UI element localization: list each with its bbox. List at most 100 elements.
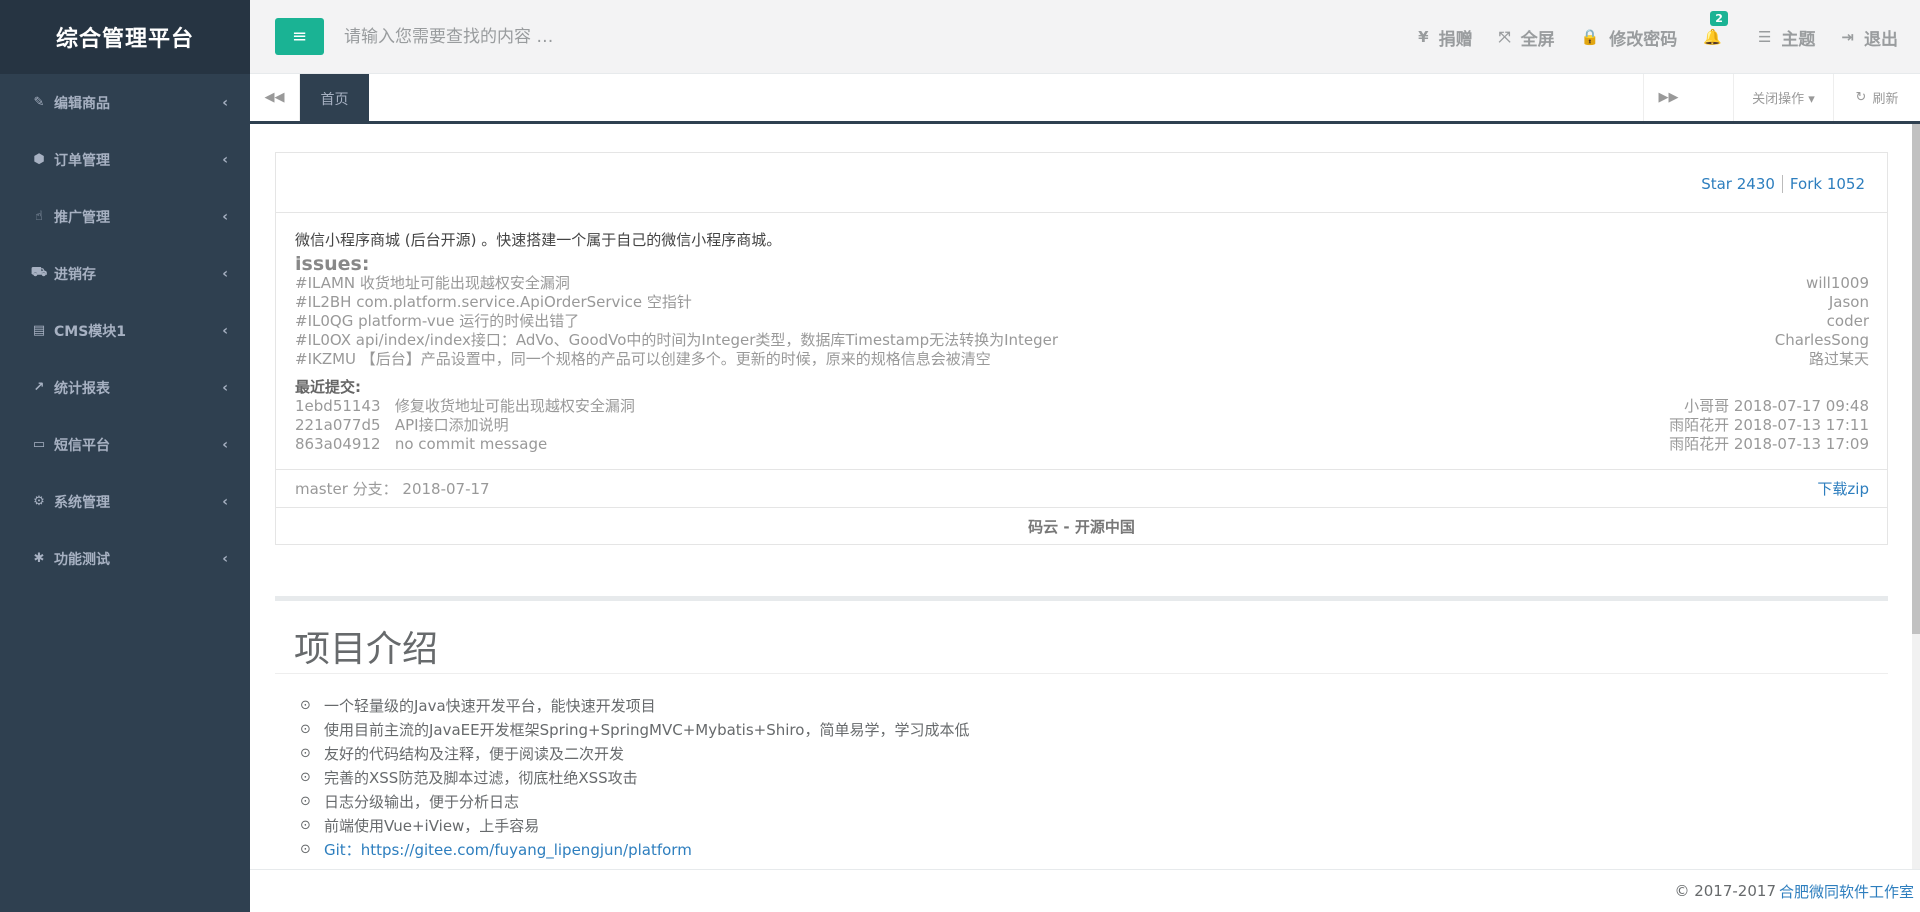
close-operations-dropdown[interactable]: 关闭操作 ▾ bbox=[1733, 74, 1833, 121]
chevron-left-icon: ‹ bbox=[222, 94, 228, 111]
theme-label: 主题 bbox=[1781, 29, 1816, 50]
list-item: ⊙ Git：https://gitee.com/fuyang_lipengjun/… bbox=[300, 838, 969, 862]
fork-count-link[interactable]: Fork 1052 bbox=[1790, 175, 1865, 193]
tab-home[interactable]: 首页 bbox=[300, 74, 369, 124]
backward-icon: ◀◀ bbox=[264, 90, 285, 105]
issue-row: #IKZMU 【后台】产品设置中，同一个规格的产品可以创建多个。更新的时候，原来… bbox=[295, 350, 1869, 369]
issue-author: Jason bbox=[1828, 293, 1869, 311]
commit-message: 修复收货地址可能出现越权安全漏洞 bbox=[394, 397, 635, 415]
copyright-text: © 2017-2017 bbox=[1674, 882, 1776, 900]
sidebar-item-label: 订单管理 bbox=[54, 152, 110, 169]
commit-link[interactable]: 1ebd51143 修复收货地址可能出现越权安全漏洞 bbox=[295, 397, 635, 416]
theme-link[interactable]: ☰ 主题 bbox=[1758, 25, 1815, 50]
gitee-brand-link[interactable]: 码云 - 开源中国 bbox=[276, 507, 1887, 545]
issue-row: #IL0OX api/index/index接口：AdVo、GoodVo中的时间… bbox=[295, 331, 1869, 350]
logout-link[interactable]: ⇥ 退出 bbox=[1841, 25, 1898, 50]
top-header: ≡ ¥ 捐赠 ⤧ 全屏 🔒 修改密码 🔔 2 ☰ 主题 ⇥ 退出 bbox=[250, 0, 1920, 74]
repo-stats: Star 2430 Fork 1052 bbox=[1701, 175, 1865, 193]
star-count-link[interactable]: Star 2430 bbox=[1701, 175, 1775, 193]
sidebar: 综合管理平台 ✎ 编辑商品 ‹ ⬢ 订单管理 ‹ ☝ 推广管理 ‹ ⛟ 进销存 … bbox=[0, 0, 250, 912]
feature-text: 完善的XSS防范及脚本过滤，彻底杜绝XSS攻击 bbox=[324, 769, 638, 787]
issue-row: #IL2BH com.platform.service.ApiOrderServ… bbox=[295, 293, 1869, 312]
sidebar-item-label: 系统管理 bbox=[54, 494, 110, 511]
recent-commits-heading: 最近提交: bbox=[295, 378, 361, 396]
sidebar-item-label: 编辑商品 bbox=[54, 95, 110, 112]
sidebar-item-inventory[interactable]: ⛟ 进销存 ‹ bbox=[0, 245, 250, 302]
main-content: Star 2430 Fork 1052 微信小程序商城 (后台开源) 。快速搭建… bbox=[250, 124, 1920, 869]
circle-arrow-right-icon: ⊙ bbox=[300, 722, 311, 737]
tasks-icon: ☰ bbox=[1757, 28, 1772, 46]
truck-icon: ⛟ bbox=[30, 265, 48, 280]
change-password-link[interactable]: 🔒 修改密码 bbox=[1581, 25, 1678, 50]
tab-scroll-left-button[interactable]: ◀◀ bbox=[250, 74, 300, 121]
sidebar-item-cms[interactable]: ▤ CMS模块1 ‹ bbox=[0, 302, 250, 359]
circle-arrow-right-icon: ⊙ bbox=[300, 770, 311, 785]
git-prefix: Git： bbox=[324, 841, 361, 859]
sidebar-item-edit-goods[interactable]: ✎ 编辑商品 ‹ bbox=[0, 74, 250, 131]
commit-link[interactable]: 863a04912 no commit message bbox=[295, 435, 547, 454]
fullscreen-link[interactable]: ⤧ 全屏 bbox=[1499, 25, 1555, 50]
sidebar-item-label: 推广管理 bbox=[54, 209, 110, 226]
refresh-button[interactable]: ↻ 刷新 bbox=[1833, 74, 1920, 121]
issues-heading: issues: bbox=[295, 253, 370, 275]
commit-hash: 863a04912 bbox=[295, 435, 381, 453]
refresh-icon: ↻ bbox=[1855, 90, 1867, 105]
issue-title-link[interactable]: #IL0QG platform-vue 运行的时候出错了 bbox=[295, 312, 579, 331]
refresh-label: 刷新 bbox=[1872, 92, 1899, 107]
issue-title-link[interactable]: #IL0OX api/index/index接口：AdVo、GoodVo中的时间… bbox=[295, 331, 1058, 350]
list-item: ⊙ 完善的XSS防范及脚本过滤，彻底杜绝XSS攻击 bbox=[300, 766, 969, 790]
bell-icon: 🔔 bbox=[1703, 28, 1722, 46]
gitee-widget-body: 微信小程序商城 (后台开源) 。快速搭建一个属于自己的微信小程序商城。 issu… bbox=[276, 213, 1887, 454]
donate-label: 捐赠 bbox=[1438, 29, 1473, 50]
issue-title-link[interactable]: #IL2BH com.platform.service.ApiOrderServ… bbox=[295, 293, 692, 312]
brand-title: 综合管理平台 bbox=[0, 0, 250, 74]
sidebar-item-label: CMS模块1 bbox=[54, 323, 127, 340]
sidebar-item-promotion[interactable]: ☝ 推广管理 ‹ bbox=[0, 188, 250, 245]
notifications-button[interactable]: 🔔 2 bbox=[1703, 11, 1732, 46]
git-repo-link[interactable]: Git：https://gitee.com/fuyang_lipengjun/p… bbox=[324, 838, 692, 862]
search-input[interactable] bbox=[344, 18, 844, 55]
issue-author: will1009 bbox=[1806, 274, 1869, 292]
sidebar-item-testing[interactable]: ✱ 功能测试 ‹ bbox=[0, 530, 250, 587]
circle-arrow-right-icon: ⊙ bbox=[300, 698, 311, 713]
sidebar-item-orders[interactable]: ⬢ 订单管理 ‹ bbox=[0, 131, 250, 188]
title-rule bbox=[275, 673, 1888, 674]
forward-icon: ▶▶ bbox=[1658, 90, 1679, 105]
menu-toggle-button[interactable]: ≡ bbox=[275, 18, 324, 55]
sidebar-item-label: 短信平台 bbox=[54, 437, 110, 454]
commit-hash: 221a077d5 bbox=[295, 416, 381, 434]
scrollbar-thumb[interactable] bbox=[1912, 124, 1920, 634]
issue-author: CharlesSong bbox=[1774, 331, 1869, 349]
issue-title-link[interactable]: #ILAMN 收货地址可能出现越权安全漏洞 bbox=[295, 274, 570, 293]
chevron-left-icon: ‹ bbox=[222, 265, 228, 282]
commit-row: 221a077d5 API接口添加说明 雨陌花开 2018-07-13 17:1… bbox=[295, 416, 1869, 435]
sidebar-item-reports[interactable]: ↗ 统计报表 ‹ bbox=[0, 359, 250, 416]
download-zip-link[interactable]: 下载zip bbox=[1817, 478, 1869, 499]
expand-icon: ⤧ bbox=[1498, 28, 1511, 46]
issue-title-link[interactable]: #IKZMU 【后台】产品设置中，同一个规格的产品可以创建多个。更新的时候，原来… bbox=[295, 350, 991, 369]
chevron-left-icon: ‹ bbox=[222, 208, 228, 225]
page-footer: © 2017-2017 合肥微同软件工作室 bbox=[250, 869, 1920, 912]
feature-list: ⊙ 一个轻量级的Java快速开发平台，能快速开发项目 ⊙ 使用目前主流的JavaEE… bbox=[300, 694, 969, 862]
stats-divider bbox=[1781, 175, 1783, 193]
chevron-left-icon: ‹ bbox=[222, 436, 228, 453]
issue-row: #ILAMN 收货地址可能出现越权安全漏洞 will1009 bbox=[295, 274, 1869, 293]
commit-message: no commit message bbox=[394, 435, 548, 453]
section-divider bbox=[275, 596, 1888, 601]
sidebar-item-system[interactable]: ⚙ 系统管理 ‹ bbox=[0, 473, 250, 530]
donate-link[interactable]: ¥ 捐赠 bbox=[1418, 25, 1472, 50]
feature-text: 日志分级输出，便于分析日志 bbox=[324, 793, 520, 811]
issue-row: #IL0QG platform-vue 运行的时候出错了 coder bbox=[295, 312, 1869, 331]
sidebar-item-sms[interactable]: ▭ 短信平台 ‹ bbox=[0, 416, 250, 473]
circle-arrow-right-icon: ⊙ bbox=[300, 842, 311, 857]
circle-arrow-right-icon: ⊙ bbox=[300, 746, 311, 761]
org-link[interactable]: 合肥微同软件工作室 bbox=[1779, 881, 1914, 902]
feature-text: 前端使用Vue+iView，上手容易 bbox=[324, 817, 540, 835]
commit-meta: 雨陌花开 2018-07-13 17:11 bbox=[1669, 416, 1869, 434]
tab-scroll-right-button[interactable]: ▶▶ bbox=[1643, 74, 1693, 121]
commit-meta: 小哥哥 2018-07-17 09:48 bbox=[1684, 397, 1869, 415]
vertical-scrollbar[interactable] bbox=[1912, 124, 1920, 869]
list-item: ⊙ 一个轻量级的Java快速开发平台，能快速开发项目 bbox=[300, 694, 969, 718]
list-item: ⊙ 使用目前主流的JavaEE开发框架Spring+SpringMVC+Mybat… bbox=[300, 718, 969, 742]
commit-link[interactable]: 221a077d5 API接口添加说明 bbox=[295, 416, 509, 435]
